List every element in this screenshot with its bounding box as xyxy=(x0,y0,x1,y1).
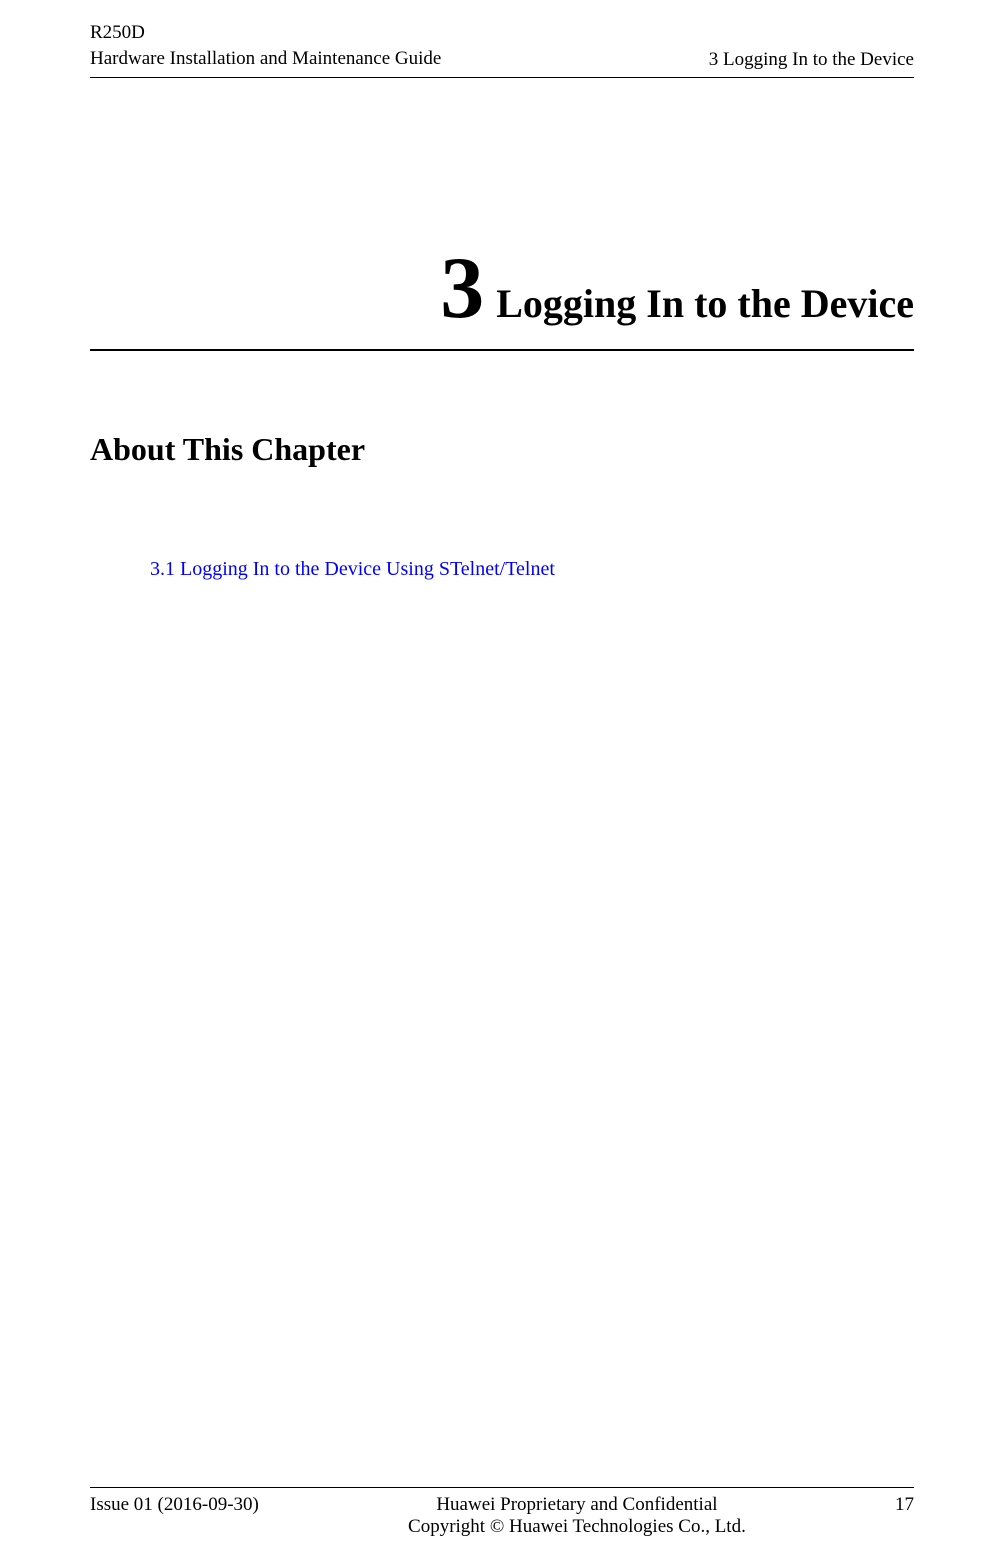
chapter-title-text: Logging In to the Device xyxy=(496,281,914,326)
toc-entry: 3.1 Logging In to the Device Using STeln… xyxy=(90,558,914,581)
page-footer: Issue 01 (2016-09-30) Huawei Proprietary… xyxy=(90,1487,914,1538)
footer-page-number: 17 xyxy=(895,1494,914,1516)
header-section: 3 Logging In to the Device xyxy=(709,49,914,71)
about-this-chapter-heading: About This Chapter xyxy=(90,431,914,468)
product-name: R250D xyxy=(90,20,441,46)
chapter-number: 3 xyxy=(440,240,484,337)
page-header: R250D Hardware Installation and Maintena… xyxy=(90,20,914,78)
guide-name: Hardware Installation and Maintenance Gu… xyxy=(90,46,441,72)
header-right: 3 Logging In to the Device xyxy=(709,49,914,71)
footer-center: Huawei Proprietary and Confidential Copy… xyxy=(259,1494,895,1538)
header-left: R250D Hardware Installation and Maintena… xyxy=(90,20,441,71)
footer-copyright: Copyright © Huawei Technologies Co., Ltd… xyxy=(259,1516,895,1538)
footer-proprietary: Huawei Proprietary and Confidential xyxy=(259,1494,895,1516)
toc-link-3-1[interactable]: 3.1 Logging In to the Device Using STeln… xyxy=(150,558,555,580)
chapter-title-block: 3 Logging In to the Device xyxy=(90,238,914,351)
footer-issue: Issue 01 (2016-09-30) xyxy=(90,1494,259,1516)
